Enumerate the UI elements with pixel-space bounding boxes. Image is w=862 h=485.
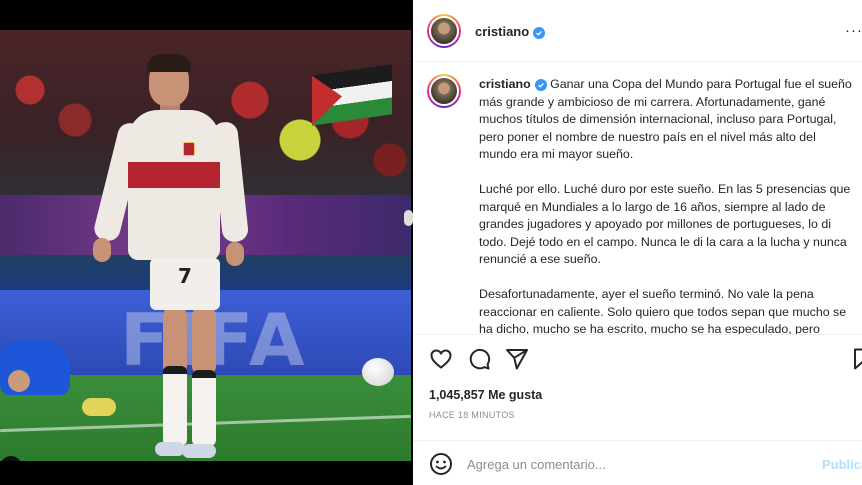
player-hair bbox=[147, 54, 191, 72]
player-hand-left bbox=[93, 238, 111, 262]
caption-paragraph-2: Luché por ello. Luché duro por este sueñ… bbox=[479, 182, 851, 266]
header-username[interactable]: cristiano bbox=[475, 24, 546, 39]
photo-carousel-handle[interactable] bbox=[404, 210, 413, 226]
caption-paragraph-3: Desafortunadamente, ayer el sueño termin… bbox=[479, 287, 847, 334]
caption-area: cristiano Ganar una Copa del Mundo para … bbox=[413, 62, 862, 334]
emoji-icon[interactable] bbox=[429, 452, 453, 476]
player-shirt-stripe bbox=[128, 162, 220, 188]
post-side-panel: cristiano ··· cristiano Ganar una Copa d… bbox=[413, 0, 862, 485]
caption-text-1: Ganar una Copa del Mundo para Portugal f… bbox=[479, 77, 852, 161]
comment-icon[interactable] bbox=[467, 347, 491, 371]
post-photo[interactable]: FIFA 7 bbox=[0, 30, 411, 461]
likes-count[interactable]: 1,045,857 Me gusta bbox=[429, 388, 542, 402]
comment-bar: Publica bbox=[413, 440, 862, 485]
player-shirt-number: 7 bbox=[178, 264, 192, 288]
avatar[interactable] bbox=[427, 14, 461, 48]
post-header: cristiano ··· bbox=[413, 0, 862, 62]
player-boot-left bbox=[155, 442, 185, 456]
player-boot-right bbox=[182, 444, 216, 458]
action-bar bbox=[413, 334, 862, 380]
bookmark-icon[interactable] bbox=[851, 347, 862, 371]
caption-username[interactable]: cristiano bbox=[479, 77, 531, 91]
header-username-text[interactable]: cristiano bbox=[475, 24, 529, 39]
verified-icon bbox=[533, 27, 546, 39]
instagram-post-modal: FIFA 7 bbox=[0, 0, 862, 485]
caption-paragraph-1: cristiano Ganar una Copa del Mundo para … bbox=[479, 76, 855, 164]
more-icon[interactable]: ··· bbox=[845, 22, 862, 39]
heart-icon[interactable] bbox=[429, 347, 453, 371]
post-timestamp[interactable]: HACE 18 MINUTOS bbox=[429, 410, 515, 420]
publish-button[interactable]: Publica bbox=[822, 457, 862, 472]
player-sock-right bbox=[192, 370, 216, 446]
player-leg-right bbox=[192, 306, 216, 376]
photo-player: 7 bbox=[0, 30, 411, 461]
caption-avatar[interactable] bbox=[427, 74, 461, 108]
player-sock-left bbox=[163, 366, 187, 446]
player-badge bbox=[183, 142, 195, 156]
share-icon[interactable] bbox=[505, 347, 529, 371]
post-caption: cristiano Ganar una Copa del Mundo para … bbox=[479, 76, 855, 334]
comment-input[interactable] bbox=[467, 451, 807, 477]
verified-icon bbox=[534, 79, 547, 91]
player-hand-right bbox=[226, 242, 244, 266]
